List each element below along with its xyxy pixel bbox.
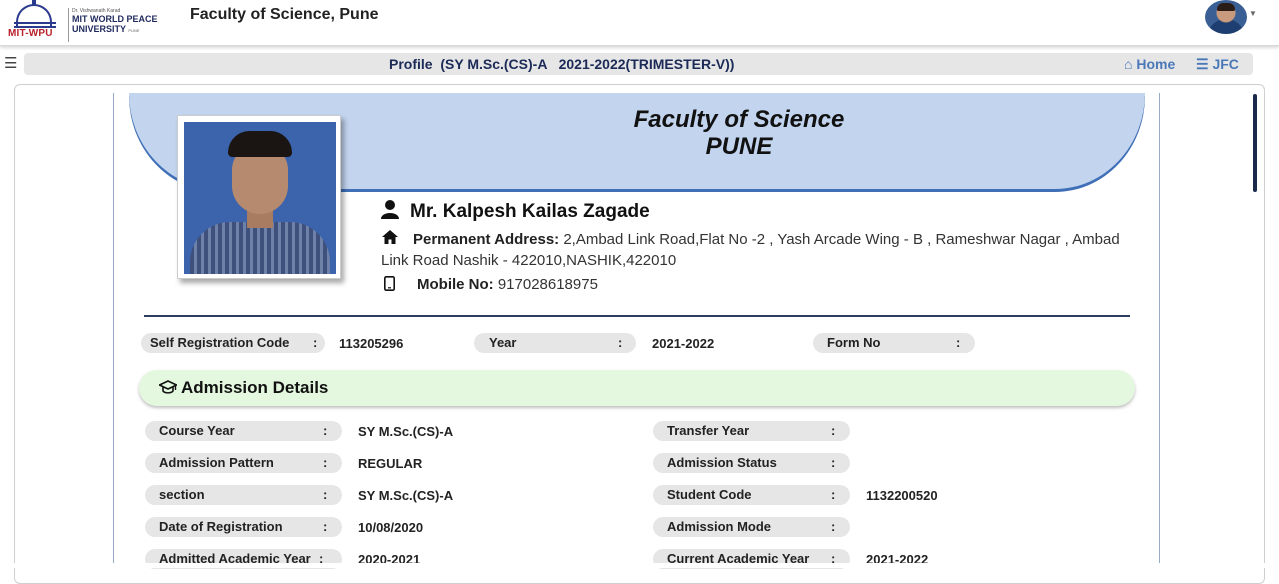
viewport-bottom-edge [0,563,1279,568]
scrollbar[interactable] [1253,94,1257,192]
student-code-value: 1132200520 [866,488,938,503]
jfc-link-label: JFC [1212,56,1239,72]
jfc-link[interactable]: ☰ JFC [1196,56,1239,73]
banner-faculty: Faculty of Science [633,106,845,133]
card-border-right [1159,93,1160,563]
year-label: Year : [474,333,636,353]
colon: : [831,519,836,534]
student-photo [177,115,341,279]
profile-divider [144,315,1130,317]
logo-name-line2: UNIVERSITY PUNE [72,24,172,36]
permanent-address: Permanent Address: 2,Ambad Link Road,Fla… [381,229,1141,271]
form-no-text: Form No [827,335,881,350]
mobile-number: Mobile No: 917028618975 [417,276,598,293]
photo-shirt [190,222,330,274]
caret-down-icon[interactable]: ▼ [1249,9,1257,18]
self-registration-code-label: Self Registration Code : [141,333,325,353]
admission-mode-label: Admission Mode : [653,517,850,537]
colon: : [323,487,328,502]
course-year-value: SY M.Sc.(CS)-A [358,424,454,439]
university-logo[interactable]: MIT-WPU Dr. Vishwanath Karad MIT WORLD P… [8,0,168,44]
colon: : [956,335,961,350]
logo-name-line1: MIT WORLD PEACE [72,14,158,24]
colon: : [323,423,328,438]
colon: : [323,519,328,534]
self-registration-code-value: 113205296 [339,336,404,351]
section-value: SY M.Sc.(CS)-A [358,488,454,503]
admission-status-text: Admission Status [667,455,777,470]
home-link-label: Home [1136,56,1176,72]
date-of-registration-value: 10/08/2020 [358,520,424,535]
colon: : [618,335,623,350]
colon: : [831,487,836,502]
logo-separator [68,8,69,42]
year-value: 2021-2022 [652,336,715,351]
year-text: Year [489,335,517,350]
logo-city: PUNE [128,28,140,33]
logo-wordmark: Dr. Vishwanath Karad MIT WORLD PEACE UNI… [72,8,172,36]
home-link[interactable]: ⌂ Home [1124,56,1175,72]
site-title: Faculty of Science, Pune [190,6,379,23]
transfer-year-text: Transfer Year [667,423,750,438]
student-code-label: Student Code : [653,485,850,505]
user-icon [381,200,399,219]
colon: : [831,455,836,470]
student-name: Mr. Kalpesh Kailas Zagade [410,201,650,222]
admission-status-label: Admission Status : [653,453,850,473]
mobile-phone-icon [384,276,395,291]
photo-hair [228,131,292,157]
list-icon: ☰ [1196,56,1209,72]
form-no-label: Form No : [813,333,975,353]
page-title: Profile (SY M.Sc.(CS)-A 2021-2022(TRIMES… [389,56,735,72]
mobile-value: 917028618975 [493,276,598,293]
admission-pattern-text: Admission Pattern [159,455,274,470]
date-of-registration-text: Date of Registration [159,519,283,534]
logo-acronym: MIT-WPU [8,28,53,39]
home-icon: ⌂ [1124,56,1133,72]
admission-mode-text: Admission Mode [667,519,772,534]
user-avatar[interactable] [1205,0,1247,34]
logo-name-line2-text: UNIVERSITY [72,24,126,34]
colon: : [323,455,328,470]
date-of-registration-label: Date of Registration : [145,517,342,537]
self-registration-code-text: Self Registration Code [150,335,290,350]
course-year-text: Course Year [159,423,235,438]
admission-details-title: Admission Details [181,378,329,397]
colon: : [313,335,318,350]
logo-emblem: MIT-WPU [8,0,64,44]
photo-image [184,122,336,274]
graduation-cap-icon [159,380,177,394]
card-border-left [113,93,114,563]
section-label: section : [145,485,342,505]
student-code-text: Student Code [667,487,752,502]
mobile-label: Mobile No: [417,276,494,293]
address-label: Permanent Address: [413,231,560,248]
colon: : [831,423,836,438]
hamburger-menu-icon[interactable]: ☰ [4,54,17,72]
course-year-label: Course Year : [145,421,342,441]
admission-pattern-label: Admission Pattern : [145,453,342,473]
admission-pattern-value: REGULAR [358,456,423,471]
section-text: section [159,487,205,502]
banner-city: PUNE [705,133,773,160]
transfer-year-label: Transfer Year : [653,421,850,441]
